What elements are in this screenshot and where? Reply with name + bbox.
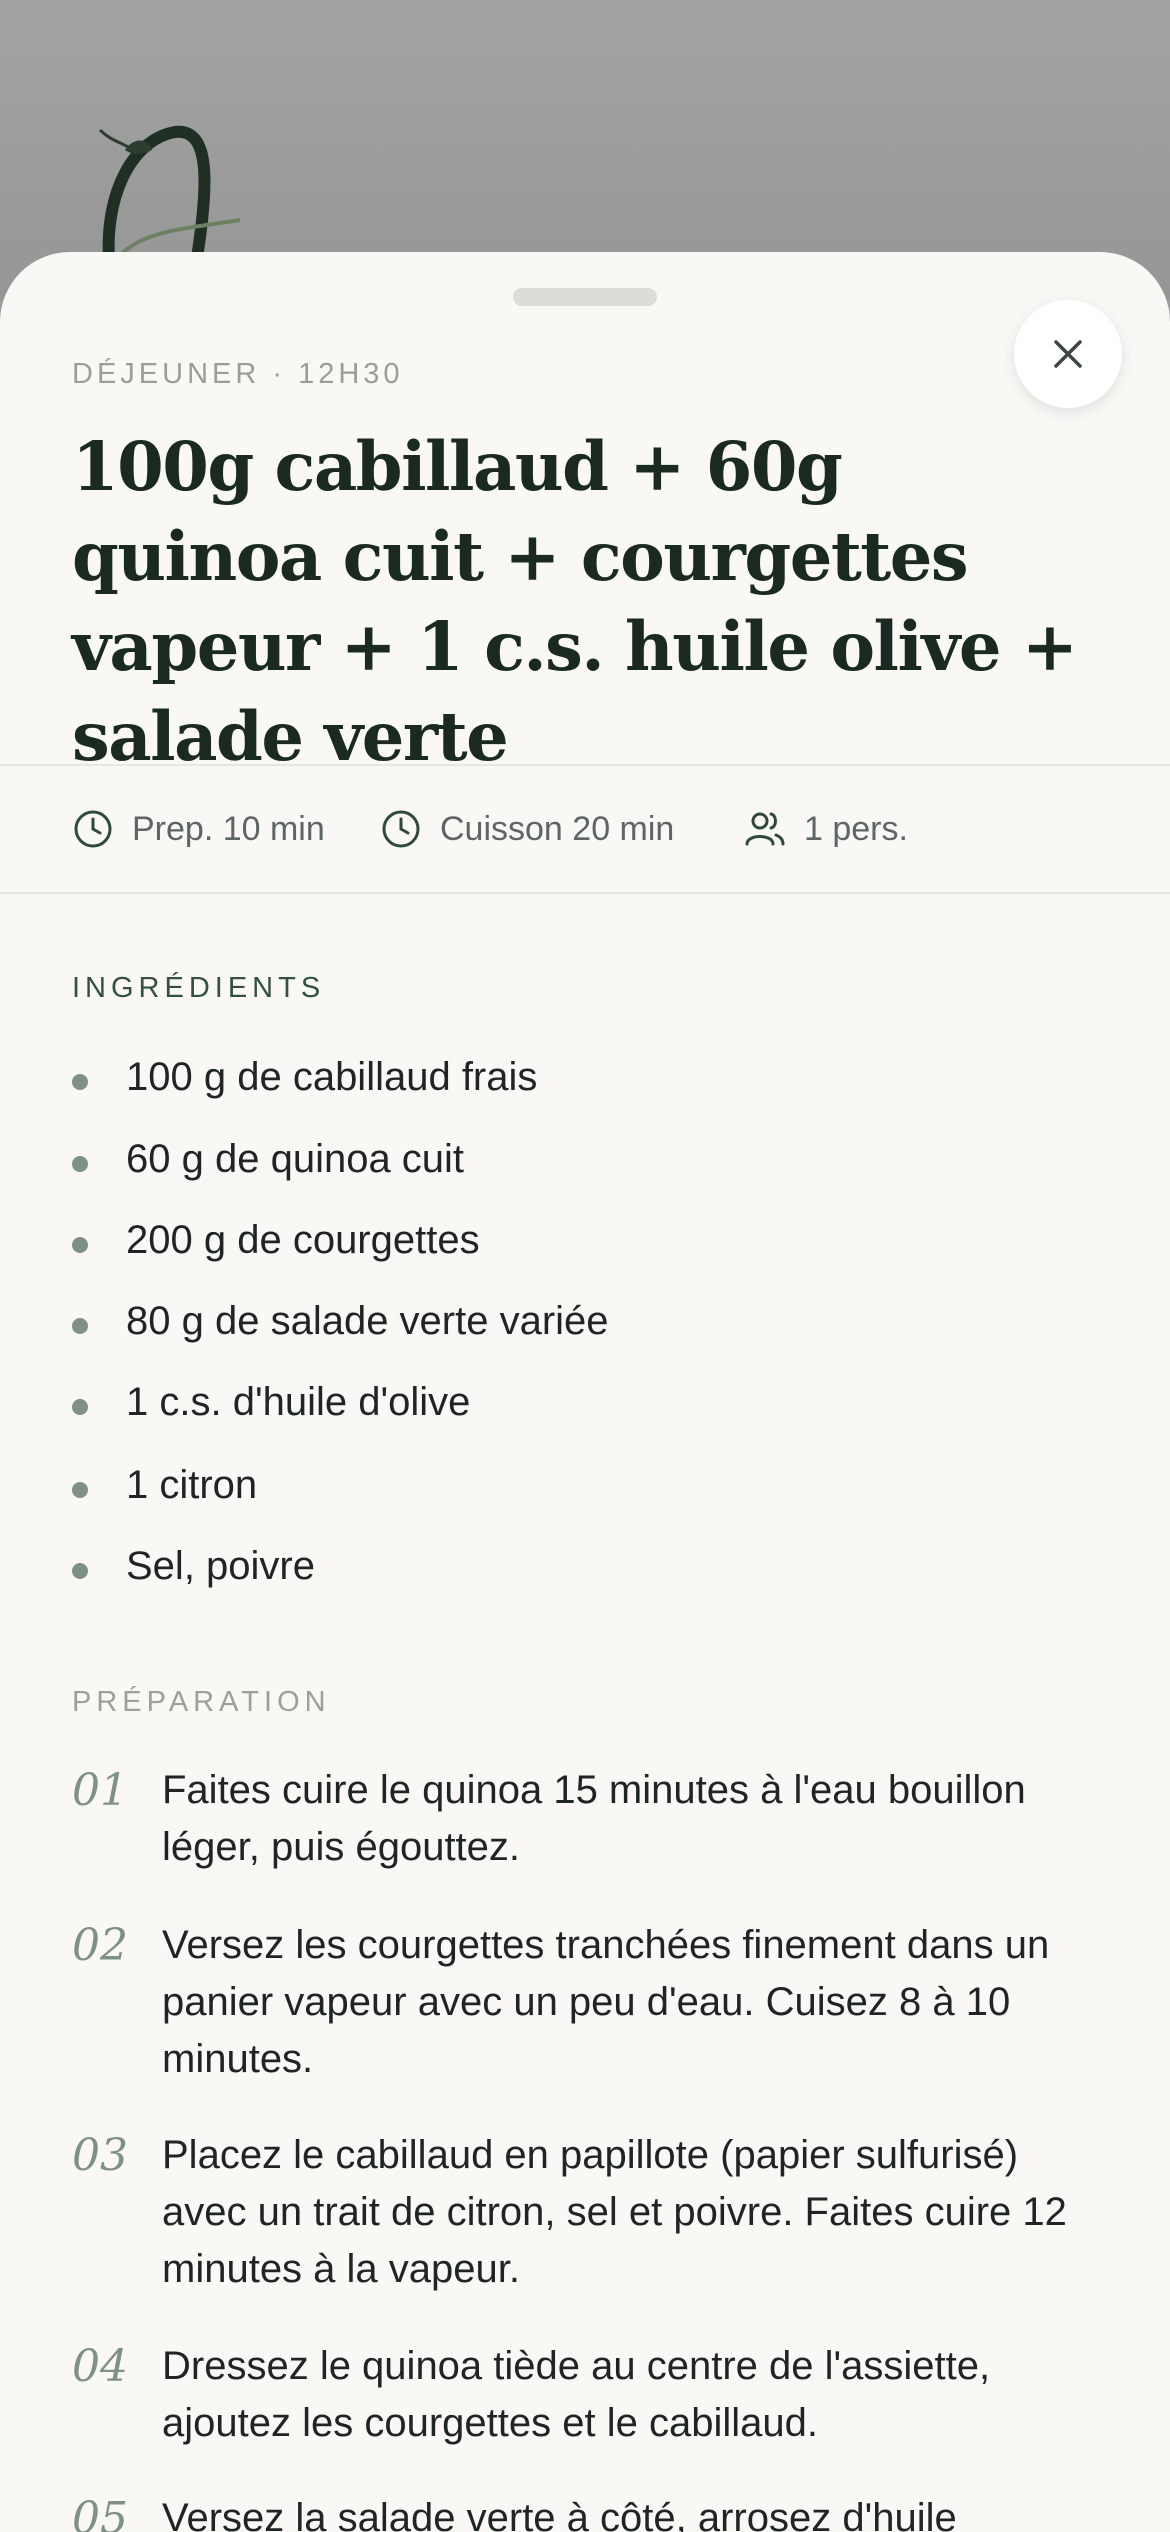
step-text: Versez la salade verte à côté, arrosez d… xyxy=(162,2496,957,2532)
step-number: 02 xyxy=(72,1920,128,1971)
prep-time: Prep. 10 min xyxy=(72,766,325,892)
list-item: 1 c.s. d'huile d'olive xyxy=(72,1367,470,1437)
step-number: 03 xyxy=(72,2130,128,2181)
ingredients-heading: INGRÉDIENTS xyxy=(72,972,326,1004)
bullet-icon xyxy=(72,1156,88,1172)
list-item: 200 g de courgettes xyxy=(72,1205,480,1275)
list-item: 100 g de cabillaud frais xyxy=(72,1042,537,1112)
step-item: 02 Versez les courgettes tranchées finem… xyxy=(72,1917,1102,2088)
recipe-title: 100g cabillaud + 60g quinoa cuit + courg… xyxy=(72,427,1078,776)
sheet-grabber[interactable] xyxy=(513,288,657,306)
clock-icon xyxy=(74,810,112,848)
list-item: 60 g de quinoa cuit xyxy=(72,1124,464,1194)
ingredient-text: 1 citron xyxy=(126,1462,258,1507)
ingredient-text: 80 g de salade verte variée xyxy=(126,1298,609,1343)
clock-icon xyxy=(382,810,420,848)
bullet-icon xyxy=(72,1399,88,1415)
ingredient-text: 1 c.s. d'huile d'olive xyxy=(126,1379,471,1424)
list-item: 1 citron xyxy=(72,1450,257,1520)
list-item: 80 g de salade verte variée xyxy=(72,1286,609,1356)
preparation-heading: PRÉPARATION xyxy=(72,1686,331,1718)
ingredient-text: Sel, poivre xyxy=(126,1543,315,1588)
bullet-icon xyxy=(72,1318,88,1334)
bullet-icon xyxy=(72,1482,88,1498)
step-text: Versez les courgettes tranchées finement… xyxy=(162,1923,1050,2081)
servings-text: 1 pers. xyxy=(804,809,908,848)
ingredient-text: 200 g de courgettes xyxy=(126,1217,480,1262)
list-item: Sel, poivre xyxy=(72,1531,315,1601)
prep-time-text: Prep. 10 min xyxy=(132,809,325,848)
step-text: Faites cuire le quinoa 15 minutes à l'ea… xyxy=(162,1768,1026,1869)
step-item: 04 Dressez le quinoa tiède au centre de … xyxy=(72,2338,1102,2452)
cook-time-text: Cuisson 20 min xyxy=(440,809,675,848)
close-button[interactable] xyxy=(1014,300,1122,408)
step-number: 04 xyxy=(72,2341,128,2392)
step-item: 03 Placez le cabillaud en papillote (pap… xyxy=(72,2127,1102,2298)
recipe-sheet: DÉJEUNER · 12H30 100g cabillaud + 60g qu… xyxy=(0,252,1170,2532)
close-icon xyxy=(1054,340,1082,368)
bullet-icon xyxy=(72,1074,88,1090)
ingredient-text: 100 g de cabillaud frais xyxy=(126,1054,538,1099)
recipe-meta-bar: Prep. 10 min Cuisson 20 min 1 pers. xyxy=(0,764,1170,894)
step-number: 05 xyxy=(72,2493,128,2532)
step-text: Dressez le quinoa tiède au centre de l'a… xyxy=(162,2344,991,2445)
bullet-icon xyxy=(72,1563,88,1579)
step-item: 01 Faites cuire le quinoa 15 minutes à l… xyxy=(72,1762,1102,1876)
step-item: 05 Versez la salade verte à côté, arrose… xyxy=(72,2490,1102,2532)
servings: 1 pers. xyxy=(744,766,908,892)
leaf-logo-icon xyxy=(98,125,241,270)
meal-time-label: DÉJEUNER · 12H30 xyxy=(72,358,404,390)
ingredient-text: 60 g de quinoa cuit xyxy=(126,1136,465,1181)
bullet-icon xyxy=(72,1237,88,1253)
step-text: Placez le cabillaud en papillote (papier… xyxy=(162,2133,1067,2291)
step-number: 01 xyxy=(72,1765,128,1816)
people-icon xyxy=(745,812,785,846)
cook-time: Cuisson 20 min xyxy=(380,766,674,892)
